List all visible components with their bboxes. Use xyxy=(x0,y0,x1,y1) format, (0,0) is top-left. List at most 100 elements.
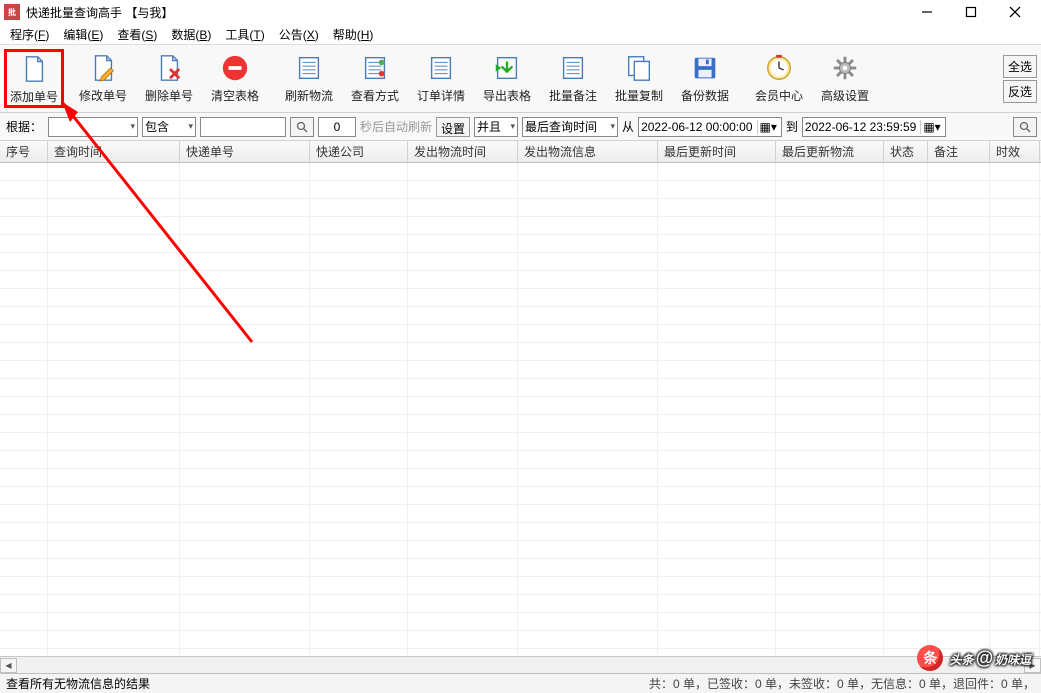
table-row[interactable] xyxy=(0,649,1041,656)
maximize-button[interactable] xyxy=(949,0,993,24)
auto-refresh-label: 秒后自动刷新 xyxy=(360,118,432,135)
table-row[interactable] xyxy=(0,271,1041,289)
column-header[interactable]: 查询时间 xyxy=(48,141,180,162)
backup-data-button[interactable]: 备份数据 xyxy=(672,49,738,108)
delete-order-button[interactable]: 删除单号 xyxy=(136,49,202,108)
close-button[interactable] xyxy=(993,0,1037,24)
table-row[interactable] xyxy=(0,397,1041,415)
list-view-icon xyxy=(358,51,392,85)
menu-x[interactable]: 公告(X) xyxy=(273,24,325,45)
scroll-right-button[interactable]: ▶ xyxy=(1024,658,1041,673)
from-label: 从 xyxy=(622,118,634,135)
batch-remark-button[interactable]: 批量备注 xyxy=(540,49,606,108)
doc-delete-icon xyxy=(152,51,186,85)
add-order-button[interactable]: 添加单号 xyxy=(4,49,64,108)
table-row[interactable] xyxy=(0,559,1041,577)
and-combo[interactable]: 并且▾ xyxy=(474,117,518,137)
batch-copy-button[interactable]: 批量复制 xyxy=(606,49,672,108)
table-row[interactable] xyxy=(0,595,1041,613)
table-row[interactable] xyxy=(0,379,1041,397)
export-table-button[interactable]: 导出表格 xyxy=(474,49,540,108)
table-row[interactable] xyxy=(0,217,1041,235)
table-row[interactable] xyxy=(0,433,1041,451)
from-date-picker[interactable]: 2022-06-12 00:00:00▦▾ xyxy=(638,117,782,137)
grid-body[interactable] xyxy=(0,163,1041,656)
clear-icon xyxy=(218,51,252,85)
horizontal-scrollbar[interactable]: ◀ ▶ xyxy=(0,656,1041,673)
table-row[interactable] xyxy=(0,631,1041,649)
table-row[interactable] xyxy=(0,253,1041,271)
menu-e[interactable]: 编辑(E) xyxy=(57,24,109,45)
table-row[interactable] xyxy=(0,451,1041,469)
column-header[interactable]: 状态 xyxy=(884,141,928,162)
status-right: 共：0 单，已签收：0 单，未签收：0 单，无信息：0 单，退回件：0 单， xyxy=(649,675,1035,692)
table-row[interactable] xyxy=(0,199,1041,217)
toolbar: 添加单号修改单号删除单号清空表格刷新物流查看方式订单详情导出表格批量备注批量复制… xyxy=(0,44,1041,113)
table-row[interactable] xyxy=(0,181,1041,199)
menu-b[interactable]: 数据(B) xyxy=(165,24,217,45)
column-header[interactable]: 发出物流信息 xyxy=(518,141,658,162)
table-row[interactable] xyxy=(0,613,1041,631)
export-icon xyxy=(490,51,524,85)
table-row[interactable] xyxy=(0,325,1041,343)
menu-t[interactable]: 工具(T) xyxy=(219,24,270,45)
match-combo[interactable]: 包含▾ xyxy=(142,117,196,137)
menu-s[interactable]: 查看(S) xyxy=(111,24,163,45)
table-row[interactable] xyxy=(0,577,1041,595)
list-refresh-icon xyxy=(292,51,326,85)
refresh-logistics-button[interactable]: 刷新物流 xyxy=(276,49,342,108)
filter-bar: 根据： ▾ 包含▾ 秒后自动刷新 设置 并且▾ 最后查询时间▾ 从 2022-0… xyxy=(0,113,1041,141)
table-row[interactable] xyxy=(0,163,1041,181)
table-row[interactable] xyxy=(0,541,1041,559)
column-header[interactable]: 最后更新物流 xyxy=(776,141,884,162)
view-mode-button[interactable]: 查看方式 xyxy=(342,49,408,108)
table-row[interactable] xyxy=(0,343,1041,361)
list-detail-icon xyxy=(424,51,458,85)
column-header[interactable]: 最后更新时间 xyxy=(658,141,776,162)
table-row[interactable] xyxy=(0,361,1041,379)
doc-edit-icon xyxy=(86,51,120,85)
copy-icon xyxy=(622,51,656,85)
menu-f[interactable]: 程序(F) xyxy=(4,24,55,45)
table-row[interactable] xyxy=(0,487,1041,505)
minimize-button[interactable] xyxy=(905,0,949,24)
table-row[interactable] xyxy=(0,289,1041,307)
advanced-settings-button[interactable]: 高级设置 xyxy=(812,49,878,108)
root-label: 根据： xyxy=(4,118,44,135)
search-input[interactable] xyxy=(200,117,286,137)
column-header[interactable]: 序号 xyxy=(0,141,48,162)
scroll-left-button[interactable]: ◀ xyxy=(0,658,17,673)
edit-order-button[interactable]: 修改单号 xyxy=(70,49,136,108)
column-header[interactable]: 备注 xyxy=(928,141,990,162)
to-label: 到 xyxy=(786,118,798,135)
column-header[interactable]: 快递公司 xyxy=(310,141,408,162)
order-detail-button[interactable]: 订单详情 xyxy=(408,49,474,108)
column-header[interactable]: 时效 xyxy=(990,141,1040,162)
table-row[interactable] xyxy=(0,505,1041,523)
column-header[interactable]: 快递单号 xyxy=(180,141,310,162)
table-row[interactable] xyxy=(0,469,1041,487)
status-bar: 查看所有无物流信息的结果 共：0 单，已签收：0 单，未签收：0 单，无信息：0… xyxy=(0,673,1041,693)
time-field-combo[interactable]: 最后查询时间▾ xyxy=(522,117,618,137)
title-bar: 批 快递批量查询高手 【与我】 xyxy=(0,0,1041,24)
table-row[interactable] xyxy=(0,307,1041,325)
search-button[interactable] xyxy=(290,117,314,137)
table-row[interactable] xyxy=(0,523,1041,541)
field-combo[interactable]: ▾ xyxy=(48,117,138,137)
member-center-button[interactable]: 会员中心 xyxy=(746,49,812,108)
refresh-count-input[interactable] xyxy=(318,117,356,137)
menu-h[interactable]: 帮助(H) xyxy=(327,24,380,45)
invert-select-button[interactable]: 反选 xyxy=(1003,80,1037,103)
grid-header: 序号查询时间快递单号快递公司发出物流时间发出物流信息最后更新时间最后更新物流状态… xyxy=(0,141,1041,163)
select-all-button[interactable]: 全选 xyxy=(1003,55,1037,78)
gear-icon xyxy=(828,51,862,85)
table-row[interactable] xyxy=(0,415,1041,433)
to-date-picker[interactable]: 2022-06-12 23:59:59▦▾ xyxy=(802,117,946,137)
clear-table-button[interactable]: 清空表格 xyxy=(202,49,268,108)
table-row[interactable] xyxy=(0,235,1041,253)
column-header[interactable]: 发出物流时间 xyxy=(408,141,518,162)
filter-search-button[interactable] xyxy=(1013,117,1037,137)
doc-new-icon xyxy=(17,52,51,86)
settings-button[interactable]: 设置 xyxy=(436,117,470,137)
status-left: 查看所有无物流信息的结果 xyxy=(6,675,649,692)
